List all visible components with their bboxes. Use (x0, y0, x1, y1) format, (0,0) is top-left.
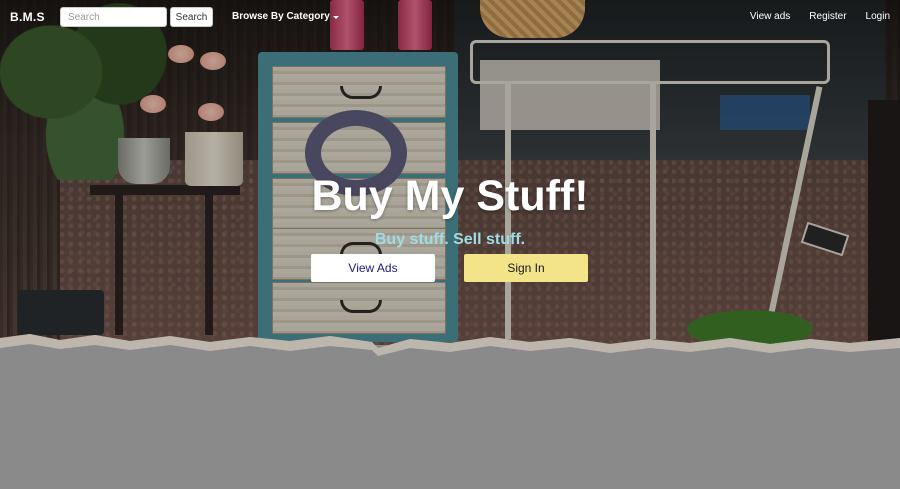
view-ads-button[interactable]: View Ads (311, 254, 435, 282)
browse-category-dropdown[interactable]: Browse By Category (232, 11, 339, 22)
hero-tagline: Buy stuff. Sell stuff. (374, 231, 526, 248)
brand-logo-link[interactable]: B.M.S (10, 10, 45, 24)
nav-link-login[interactable]: Login (866, 11, 890, 22)
navbar: B.M.S Search Browse By Category View ads… (0, 0, 900, 34)
page: B.M.S Search Browse By Category View ads… (0, 0, 900, 489)
torn-paper-edge (0, 334, 900, 366)
sign-in-button[interactable]: Sign In (464, 254, 588, 282)
caret-down-icon (332, 15, 339, 19)
hero-headline: Buy My Stuff! (311, 172, 589, 220)
browse-category-label: Browse By Category (232, 11, 330, 22)
search-button[interactable]: Search (170, 7, 213, 27)
search-input[interactable] (60, 7, 167, 27)
nav-links: View ads Register Login (750, 11, 890, 22)
nav-link-register[interactable]: Register (809, 11, 846, 22)
nav-link-view-ads[interactable]: View ads (750, 11, 790, 22)
